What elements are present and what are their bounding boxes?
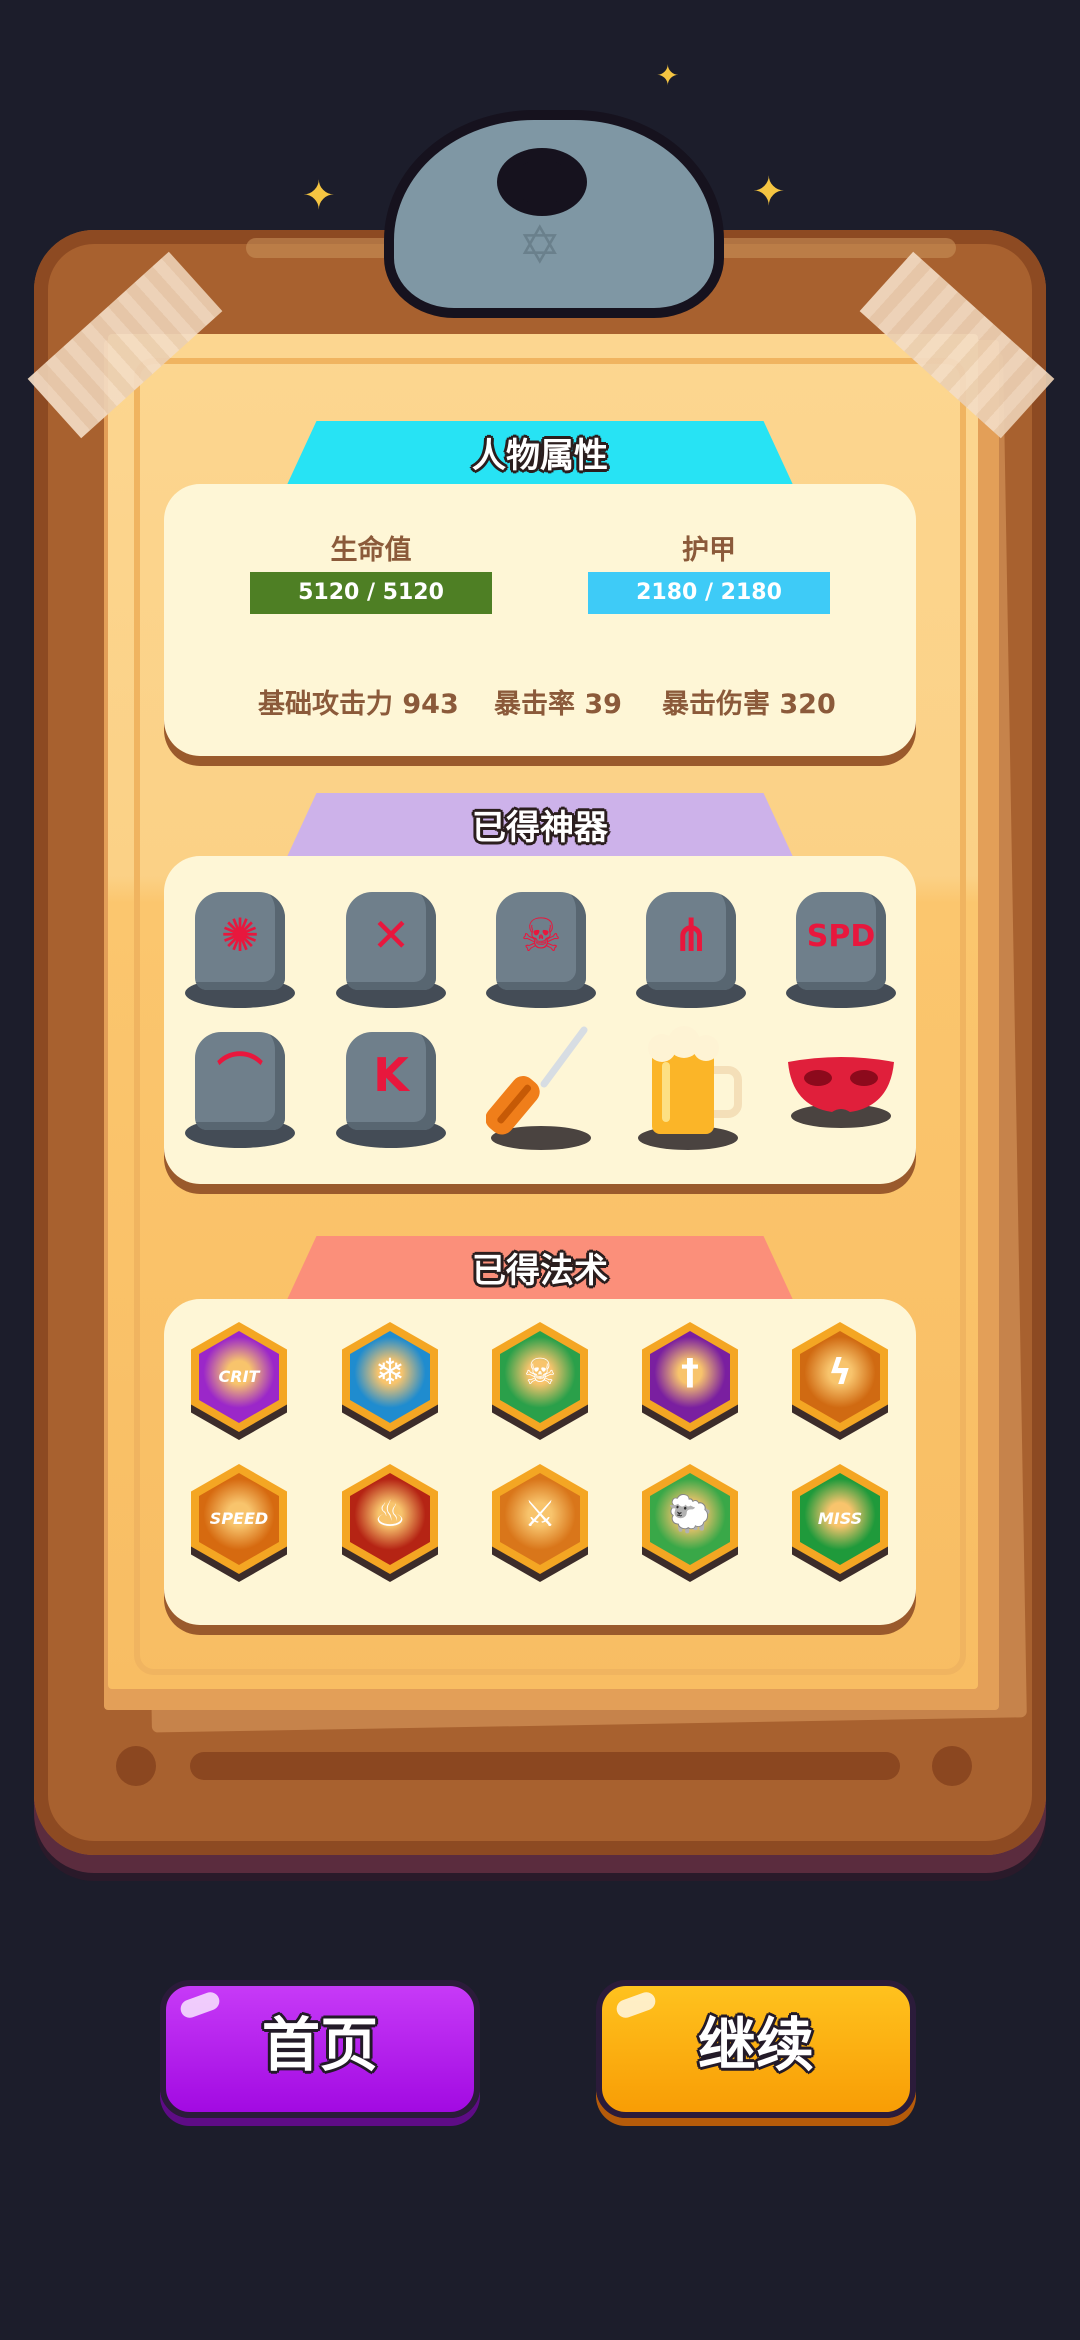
button-gloss	[614, 1989, 658, 2021]
clipboard-hole	[932, 1746, 972, 1786]
continue-button[interactable]: 继续	[596, 1980, 916, 2118]
rune-stone-sunrise-icon[interactable]: ⋔	[636, 886, 746, 1011]
spell-face: ϟ	[800, 1331, 880, 1423]
beer-mug-shape	[638, 1026, 742, 1150]
clip-hole-inner	[511, 160, 573, 204]
spell-glyph: †	[681, 1352, 699, 1393]
home-button[interactable]: 首页	[160, 1980, 480, 2118]
clipboard-hole	[116, 1746, 156, 1786]
spell-face: †	[650, 1331, 730, 1423]
attributes-title: 人物属性	[472, 436, 608, 476]
continue-button-label: 继续	[697, 2011, 814, 2079]
home-button-label: 首页	[261, 2011, 378, 2079]
spell-glyph: ϟ	[828, 1352, 852, 1393]
rune-stone-arc-icon[interactable]: ⌒	[185, 1026, 295, 1151]
red-mask-shape	[788, 1057, 894, 1128]
hp-label: 生命值	[330, 535, 412, 566]
sparkle-icon: ✦	[752, 169, 786, 215]
spell-face: ♨	[350, 1473, 430, 1565]
spell-face: 🐑	[650, 1473, 730, 1565]
rune-stone-spd-icon[interactable]: SPD	[786, 886, 896, 1011]
spell-glyph: ☠	[523, 1352, 557, 1393]
rune-stone-burst-icon[interactable]: ✺	[185, 886, 295, 1011]
clipboard-bottom-slot	[190, 1752, 900, 1780]
rune-glyph: ☠	[520, 908, 562, 962]
spell-glyph: ♨	[373, 1494, 407, 1535]
spell-face: CRIT	[199, 1331, 279, 1423]
spell-glyph: ❄	[374, 1352, 406, 1393]
spell-glyph: CRIT	[218, 1367, 260, 1386]
armor-bar: 2180 / 2180	[588, 572, 830, 614]
spell-glyph: 🐑	[667, 1494, 713, 1535]
sparkle-icon: ✦	[656, 59, 680, 92]
rune-glyph: ⋔	[671, 908, 711, 962]
rune-glyph: ⌒	[217, 1048, 263, 1102]
red-mask-icon[interactable]	[786, 1026, 896, 1151]
spells-title: 已得法术	[472, 1251, 608, 1291]
rune-glyph: SPD	[806, 919, 876, 954]
armor-label: 护甲	[682, 535, 736, 566]
artifacts-title: 已得神器	[472, 808, 608, 848]
screwdriver-shape	[485, 1026, 591, 1150]
rune-stone-cross-arrows-icon[interactable]: ✕	[336, 886, 446, 1011]
spell-face: ☠	[500, 1331, 580, 1423]
spell-glyph: ⚔	[523, 1494, 557, 1535]
rune-stone-k-rune-icon[interactable]: K	[336, 1026, 446, 1151]
spell-face: ❄	[350, 1331, 430, 1423]
rune-glyph: ✕	[371, 908, 411, 962]
spell-glyph: MISS	[817, 1509, 863, 1528]
sparkle-icon: ✦	[302, 173, 336, 219]
rune-glyph: K	[373, 1048, 409, 1102]
spell-face: SPEED	[199, 1473, 279, 1565]
hp-bar: 5120 / 5120	[250, 572, 492, 614]
clip-emblem-icon: ✡	[518, 216, 562, 276]
beer-mug-icon[interactable]	[636, 1026, 746, 1151]
crit-damage-stat: 暴击伤害 320	[662, 689, 836, 720]
spell-face: MISS	[800, 1473, 880, 1565]
spell-glyph: SPEED	[209, 1509, 269, 1528]
crit-rate-stat: 暴击率 39	[494, 689, 622, 720]
button-gloss	[178, 1989, 222, 2021]
spell-face: ⚔	[500, 1473, 580, 1565]
rune-stone-skull-icon[interactable]: ☠	[486, 886, 596, 1011]
screwdriver-icon[interactable]	[485, 1026, 596, 1151]
rune-glyph: ✺	[220, 908, 260, 962]
base-attack-stat: 基础攻击力 943	[258, 689, 459, 720]
